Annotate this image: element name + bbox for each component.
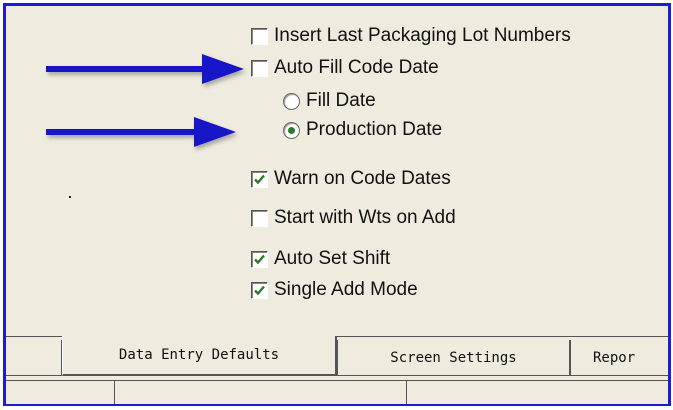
radio-circle[interactable] [283, 92, 300, 110]
tab-blank [6, 340, 62, 376]
options-panel: Insert Last Packaging Lot Numbers Auto F… [6, 6, 668, 336]
auto-set-shift-label: Auto Set Shift [274, 248, 391, 269]
check-icon [254, 254, 265, 264]
auto-fill-code-date-label: Auto Fill Code Date [274, 57, 439, 78]
tab-strip: Data Entry Defaults Screen Settings Repo… [6, 336, 668, 404]
tab-label: Data Entry Defaults [118, 347, 280, 363]
production-date-label: Production Date [306, 119, 443, 140]
checkbox-box[interactable] [251, 209, 268, 227]
radio-selected-dot [288, 126, 295, 134]
checkbox-box[interactable] [251, 250, 268, 268]
tab-label: Repor [593, 349, 636, 366]
checkbox-box[interactable] [251, 281, 268, 299]
warn-code-dates-label: Warn on Code Dates [274, 168, 451, 189]
row-divider [406, 381, 407, 404]
check-icon [254, 285, 265, 295]
checkbox-box[interactable] [251, 27, 268, 45]
fill-date-label: Fill Date [306, 90, 376, 111]
radio-circle[interactable] [283, 121, 300, 139]
check-icon [254, 174, 265, 184]
production-date-radio[interactable]: Production Date [283, 117, 442, 143]
checkbox-box[interactable] [251, 170, 268, 188]
tab-label: Screen Settings [390, 349, 517, 366]
fill-date-radio[interactable]: Fill Date [283, 88, 376, 114]
auto-fill-code-date-checkbox[interactable]: Auto Fill Code Date [251, 55, 439, 81]
warn-code-dates-checkbox[interactable]: Warn on Code Dates [251, 166, 451, 192]
row-divider [114, 381, 115, 404]
insert-last-lot-checkbox[interactable]: Insert Last Packaging Lot Numbers [251, 23, 571, 49]
start-wts-add-checkbox[interactable]: Start with Wts on Add [251, 205, 456, 231]
highlight-frame: Insert Last Packaging Lot Numbers Auto F… [3, 3, 671, 406]
tab-strip-lower-row [6, 380, 668, 404]
start-wts-add-label: Start with Wts on Add [274, 207, 456, 228]
auto-set-shift-checkbox[interactable]: Auto Set Shift [251, 246, 390, 272]
tab-reports[interactable]: Repor [570, 340, 668, 376]
checkbox-box[interactable] [251, 59, 268, 77]
single-add-mode-label: Single Add Mode [274, 279, 418, 300]
single-add-mode-checkbox[interactable]: Single Add Mode [251, 277, 418, 303]
tab-data-entry-defaults[interactable]: Data Entry Defaults [62, 336, 337, 376]
arrow-right-icon [46, 54, 244, 84]
arrow-right-icon [46, 117, 236, 147]
insert-last-lot-label: Insert Last Packaging Lot Numbers [274, 25, 571, 46]
tab-screen-settings[interactable]: Screen Settings [337, 340, 570, 376]
stray-pixel [69, 196, 71, 198]
